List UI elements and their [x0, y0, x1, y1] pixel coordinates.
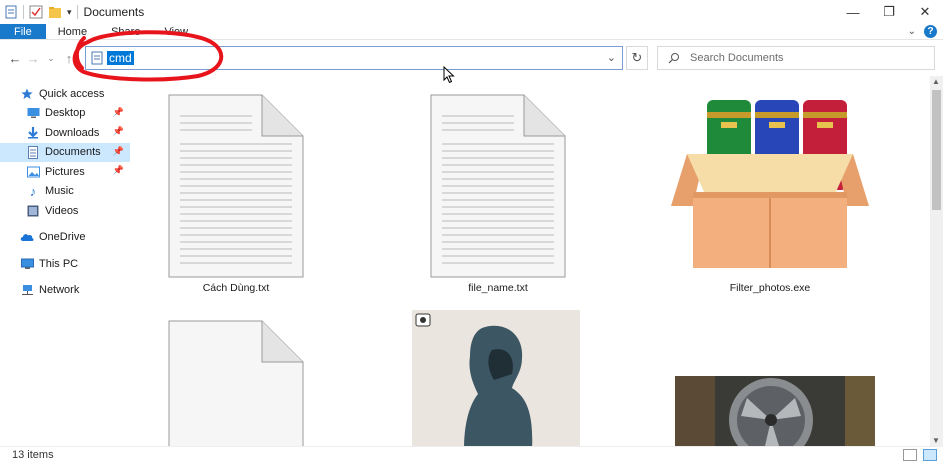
window-title: Documents	[83, 5, 145, 19]
pin-icon[interactable]: 📌	[113, 165, 124, 176]
new-folder-icon[interactable]	[48, 5, 62, 19]
maximize-button[interactable]: ❐	[871, 0, 907, 24]
file-item-portrait-image[interactable]	[396, 310, 596, 446]
star-icon	[20, 87, 34, 101]
fan-photo-thumbnail	[675, 376, 875, 446]
sidebar-item-network[interactable]: Network	[0, 281, 130, 301]
quick-access-toolbar: ▾	[0, 5, 78, 19]
forward-arrow-icon[interactable]: →	[24, 51, 42, 66]
pin-icon[interactable]: 📌	[113, 126, 124, 137]
sidebar-item-label: Videos	[45, 204, 79, 217]
videos-icon	[26, 204, 40, 218]
sidebar-item-label: OneDrive	[39, 231, 86, 244]
scroll-down-icon[interactable]: ▼	[932, 436, 940, 445]
mouse-cursor-icon	[443, 66, 455, 84]
sidebar-item-label: Desktop	[45, 107, 86, 120]
documents-icon	[26, 145, 40, 159]
view-switcher	[903, 449, 937, 461]
sidebar-item-quick-access[interactable]: Quick access	[0, 84, 130, 104]
text-file-icon	[168, 94, 304, 278]
sidebar-item-music[interactable]: ♪ Music	[0, 182, 130, 202]
sidebar-item-pictures[interactable]: Pictures 📌	[0, 162, 130, 182]
help-icon[interactable]: ?	[924, 25, 937, 38]
sidebar-item-desktop[interactable]: Desktop 📌	[0, 104, 130, 124]
navigation-row: ← → ⌄ ↑ cmd ⌄ ↻	[0, 44, 943, 72]
address-bar[interactable]: cmd ⌄	[85, 46, 623, 70]
minimize-button[interactable]: —	[835, 0, 871, 24]
toolbar-separator	[23, 5, 24, 19]
customize-toolbar-dropdown-icon[interactable]: ▾	[67, 7, 72, 18]
back-arrow-icon[interactable]: ←	[6, 51, 24, 66]
pin-icon[interactable]: 📌	[113, 107, 124, 118]
network-icon	[20, 283, 34, 297]
ribbon-tabs: File Home Share View ⌄ ?	[0, 24, 943, 40]
file-item-blank[interactable]	[136, 320, 336, 446]
sidebar-item-label: Music	[45, 185, 74, 198]
installer-box-icon	[671, 100, 869, 268]
blank-file-icon	[168, 320, 304, 446]
sidebar-item-label: Pictures	[45, 165, 85, 178]
pictures-icon	[26, 165, 40, 179]
scroll-up-icon[interactable]: ▲	[932, 77, 940, 86]
sidebar-item-documents[interactable]: Documents 📌	[0, 142, 130, 162]
up-arrow-icon[interactable]: ↑	[60, 51, 78, 66]
computer-icon	[20, 257, 34, 271]
download-icon	[26, 126, 40, 140]
search-box[interactable]	[657, 46, 935, 70]
search-icon	[668, 53, 679, 64]
file-explorer-window: ▾ Documents — ❐ ✕ File Home Share View ⌄…	[0, 0, 943, 463]
sidebar-item-label: This PC	[39, 257, 79, 270]
sidebar-item-label: Quick access	[39, 87, 105, 100]
file-grid: Cách Dùng.txt file_name.txt Filter_photo…	[130, 84, 930, 446]
desktop-icon	[26, 106, 40, 120]
cloud-icon	[20, 230, 34, 244]
address-dropdown-icon[interactable]: ⌄	[607, 51, 616, 64]
properties-icon[interactable]	[29, 5, 43, 19]
refresh-icon: ↻	[631, 50, 643, 65]
large-icons-view-icon[interactable]	[923, 449, 937, 461]
sidebar-item-label: Network	[39, 284, 80, 297]
sidebar-item-label: Downloads	[45, 126, 100, 139]
title-bar: ▾ Documents — ❐ ✕	[0, 0, 943, 24]
address-document-icon	[91, 51, 103, 65]
window-controls: — ❐ ✕	[835, 0, 943, 24]
file-item-fan-image[interactable]	[675, 376, 875, 446]
file-name-label: Cách Dùng.txt	[202, 282, 270, 294]
tab-view[interactable]: View	[152, 24, 200, 39]
recent-locations-chevron-icon[interactable]: ⌄	[42, 53, 60, 64]
tab-home[interactable]: Home	[46, 24, 99, 39]
file-name-label: file_name.txt	[468, 282, 528, 294]
music-icon: ♪	[29, 183, 37, 199]
close-button[interactable]: ✕	[907, 0, 943, 24]
address-input-value[interactable]: cmd	[107, 51, 134, 65]
sidebar-item-downloads[interactable]: Downloads 📌	[0, 123, 130, 143]
file-item-cach-dung[interactable]: Cách Dùng.txt	[136, 94, 336, 294]
file-item-file-name[interactable]: file_name.txt	[398, 94, 598, 294]
document-app-icon[interactable]	[4, 5, 18, 19]
text-file-icon	[430, 94, 566, 278]
sidebar-item-this-pc[interactable]: This PC	[0, 254, 130, 274]
vertical-scrollbar[interactable]: ▲ ▼	[930, 76, 943, 446]
refresh-button[interactable]: ↻	[626, 46, 648, 70]
double-exposure-portrait-thumbnail	[412, 310, 580, 446]
pin-icon[interactable]: 📌	[113, 146, 124, 157]
scrollbar-thumb[interactable]	[932, 90, 941, 210]
search-input[interactable]	[690, 52, 910, 64]
status-bar: 13 items	[0, 446, 943, 463]
sidebar-item-label: Documents	[45, 146, 101, 159]
navigation-pane: Quick access Desktop 📌 Downloads 📌 Docum…	[0, 84, 130, 446]
expand-ribbon-icon[interactable]: ⌄	[908, 26, 916, 37]
tab-file[interactable]: File	[0, 24, 46, 39]
details-view-icon[interactable]	[903, 449, 917, 461]
file-item-filter-photos[interactable]: Filter_photos.exe	[670, 94, 870, 294]
sidebar-item-onedrive[interactable]: OneDrive	[0, 228, 130, 248]
file-name-label: Filter_photos.exe	[729, 282, 811, 294]
tab-share[interactable]: Share	[99, 24, 152, 39]
toolbar-separator	[76, 5, 78, 19]
sidebar-item-videos[interactable]: Videos	[0, 201, 130, 221]
ribbon-right-controls: ⌄ ?	[908, 24, 943, 39]
item-count: 13 items	[12, 449, 54, 461]
